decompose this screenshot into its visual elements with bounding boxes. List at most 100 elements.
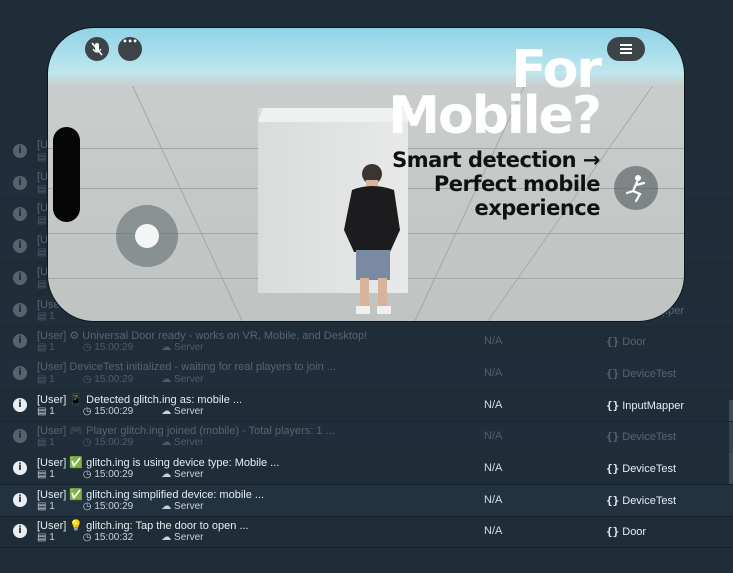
clock-icon: ◷ 15:00:29 [82, 500, 134, 512]
log-meta: ▤ 1 ◷ 15:00:29 ☁ Server [37, 501, 231, 512]
log-time: 15:00:29 [94, 500, 134, 512]
count-icon: ▤ 1 [37, 500, 55, 512]
log-meta: ▤ 1 ◷ 15:00:29 ☁ Server [37, 437, 231, 448]
log-target: Server [174, 373, 204, 385]
log-source[interactable]: DeviceTest [622, 463, 676, 475]
log-row[interactable]: i [User] ✅ glitch.ing simplified device: … [0, 484, 733, 517]
log-message: [User] 💡 glitch.ing: Tap the door to ope… [37, 520, 249, 533]
log-user-value: N/A [484, 493, 503, 506]
log-count: 1 [49, 532, 55, 544]
info-icon: i [13, 492, 27, 507]
log-count: 1 [49, 342, 55, 354]
log-source[interactable]: Door [622, 526, 646, 538]
log-row[interactable]: i [User] DeviceTest initialized - waiting… [0, 357, 733, 390]
log-source[interactable]: DeviceTest [622, 431, 676, 443]
log-time: 15:00:29 [94, 469, 134, 480]
log-meta: ▤ 1 ◷ 15:00:29 ☁ Server [37, 406, 231, 417]
log-row[interactable]: i [User] ✅ glitch.ing is using device typ… [0, 453, 733, 485]
hamburger-menu-icon[interactable] [607, 37, 645, 61]
info-icon: i [13, 207, 27, 222]
log-user-value: N/A [484, 430, 503, 443]
log-time: 15:00:32 [94, 532, 134, 544]
headline-mobile: Mobile? [388, 86, 602, 146]
count-icon: ▤ 1 [37, 373, 55, 385]
clock-icon: ◷ 15:00:29 [82, 437, 134, 449]
log-source-link[interactable]: {} Door [606, 525, 646, 538]
count-icon: ▤ 1 [37, 405, 55, 417]
jump-icon [625, 175, 646, 203]
mic-muted-icon[interactable] [85, 37, 109, 61]
cloud-icon: ☁ Server [161, 437, 204, 449]
info-icon: i [13, 397, 27, 412]
log-row[interactable]: i [User] 🎮 Player glitch.ing joined (mobi… [0, 421, 733, 454]
script-braces-icon: {} [606, 462, 620, 475]
info-icon: i [13, 270, 27, 285]
log-row[interactable]: i [User] 💡 glitch.ing: Tap the door to op… [0, 516, 733, 549]
log-message: [User] ⚙ Universal Door ready - works on… [37, 330, 368, 343]
clock-icon: ◷ 15:00:29 [82, 342, 134, 354]
log-time: 15:00:29 [94, 437, 134, 449]
log-message: [User] 📱 Detected glitch.ing as: mobile … [37, 393, 243, 406]
count-icon: ▤ 1 [37, 437, 55, 449]
log-count: 1 [49, 469, 55, 480]
log-source-link[interactable]: {} DeviceTest [606, 430, 676, 443]
log-meta: ▤ 1 ◷ 15:00:29 ☁ Server [37, 374, 231, 385]
log-count: 1 [49, 500, 55, 512]
log-row[interactable]: i [User] 📱 Detected glitch.ing as: mobile… [0, 390, 733, 422]
log-count: 1 [49, 437, 55, 449]
log-meta: ▤ 1 ◷ 15:00:32 ☁ Server [37, 532, 231, 543]
mobile-promo-overlay: ••• For Mobile? Smart detection → Perfec… [48, 28, 684, 321]
log-count: 1 [49, 405, 55, 417]
log-message: [User] 🎮 Player glitch.ing joined (mobil… [37, 425, 335, 438]
log-user-value: N/A [484, 462, 503, 474]
script-braces-icon: {} [606, 430, 620, 444]
player-character [344, 164, 400, 314]
count-icon: ▤ 1 [37, 342, 55, 354]
log-source[interactable]: InputMapper [622, 400, 684, 412]
log-target: Server [174, 405, 204, 417]
cloud-icon: ☁ Server [161, 405, 204, 417]
clock-icon: ◷ 15:00:29 [82, 469, 134, 480]
info-icon: i [13, 175, 27, 190]
script-braces-icon: {} [606, 398, 620, 412]
count-icon: ▤ 1 [37, 532, 55, 544]
log-count: 1 [49, 310, 55, 322]
log-user-value: N/A [484, 525, 503, 538]
log-source[interactable]: DeviceTest [622, 495, 676, 507]
info-icon: i [13, 365, 27, 380]
cloud-icon: ☁ Server [161, 373, 204, 385]
cloud-icon: ☁ Server [161, 500, 204, 512]
script-braces-icon: {} [606, 366, 620, 380]
log-meta: ▤ 1 ◷ 15:00:29 ☁ Server [37, 469, 231, 480]
info-icon: i [13, 429, 27, 444]
log-message: [User] ✅ glitch.ing is using device type… [37, 457, 280, 469]
phone-notch-pill [53, 127, 80, 222]
joystick-knob[interactable] [135, 224, 159, 248]
log-source-link[interactable]: {}InputMapper [606, 399, 684, 412]
count-icon: ▤ 1 [37, 310, 55, 322]
log-source-link[interactable]: {} DeviceTest [606, 494, 676, 507]
clock-icon: ◷ 15:00:29 [82, 373, 134, 385]
log-source-link[interactable]: {} Door [606, 335, 646, 348]
more-dots-icon: ••• [122, 37, 138, 46]
log-row[interactable]: i [User] ⚙ Universal Door ready - works o… [0, 326, 733, 359]
mic-muted-glyph [91, 42, 103, 56]
cloud-icon: ☁ Server [161, 342, 204, 354]
cloud-icon: ☁ Server [161, 532, 204, 544]
log-source-link[interactable]: {} DeviceTest [606, 462, 676, 475]
tagline-line-2: Perfect mobile [433, 172, 601, 196]
virtual-joystick[interactable] [116, 205, 178, 267]
more-options-button[interactable]: ••• [118, 37, 142, 61]
log-time: 15:00:29 [94, 342, 134, 354]
log-target: Server [174, 532, 204, 544]
clock-icon: ◷ 15:00:29 [82, 405, 134, 417]
info-icon: i [13, 334, 27, 349]
script-braces-icon: {} [606, 525, 620, 539]
log-source[interactable]: Door [622, 336, 646, 348]
log-source[interactable]: DeviceTest [622, 368, 676, 380]
log-source-link[interactable]: {} DeviceTest [606, 367, 676, 380]
info-icon: i [13, 144, 27, 158]
jump-button[interactable] [614, 166, 658, 210]
log-time: 15:00:29 [94, 405, 134, 417]
info-icon: i [13, 302, 27, 317]
